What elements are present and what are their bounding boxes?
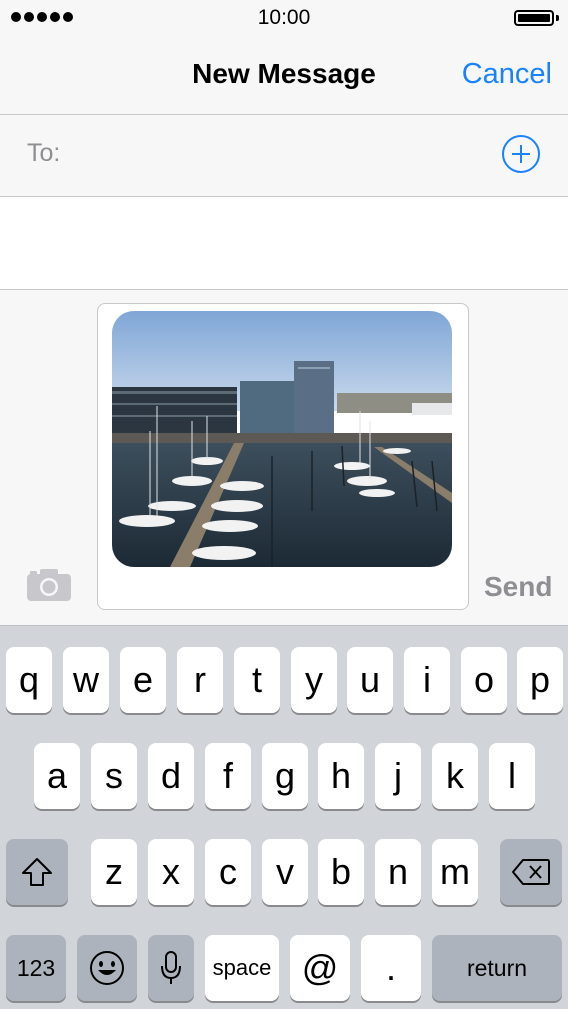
backspace-icon bbox=[512, 859, 550, 885]
key-b[interactable]: b bbox=[318, 839, 364, 905]
key-i[interactable]: i bbox=[404, 647, 450, 713]
shift-key[interactable] bbox=[6, 839, 68, 905]
key-y[interactable]: y bbox=[291, 647, 337, 713]
emoji-icon bbox=[90, 951, 124, 985]
key-v[interactable]: v bbox=[262, 839, 308, 905]
navigation-bar: New Message Cancel bbox=[0, 36, 568, 115]
key-n[interactable]: n bbox=[375, 839, 421, 905]
key-o[interactable]: o bbox=[461, 647, 507, 713]
key-j[interactable]: j bbox=[375, 743, 421, 809]
period-key[interactable]: . bbox=[361, 935, 421, 1001]
status-time: 10:00 bbox=[257, 6, 311, 29]
status-bar: 10:00 bbox=[0, 0, 568, 36]
harbor-photo bbox=[112, 311, 452, 567]
key-r[interactable]: r bbox=[177, 647, 223, 713]
return-key[interactable]: return bbox=[432, 935, 562, 1001]
key-c[interactable]: c bbox=[205, 839, 251, 905]
key-d[interactable]: d bbox=[148, 743, 194, 809]
recipient-field[interactable]: To: bbox=[0, 115, 568, 197]
microphone-icon bbox=[161, 951, 181, 984]
delete-key[interactable] bbox=[500, 839, 562, 905]
key-u[interactable]: u bbox=[347, 647, 393, 713]
key-t[interactable]: t bbox=[234, 647, 280, 713]
compose-bar: Send bbox=[0, 290, 568, 625]
key-s[interactable]: s bbox=[91, 743, 137, 809]
key-k[interactable]: k bbox=[432, 743, 478, 809]
key-w[interactable]: w bbox=[63, 647, 109, 713]
keyboard: q w e r t y u i o p a s d f g h j k l z … bbox=[0, 625, 568, 1009]
key-l[interactable]: l bbox=[489, 743, 535, 809]
shift-icon bbox=[22, 858, 52, 886]
at-key[interactable]: @ bbox=[290, 935, 350, 1001]
key-q[interactable]: q bbox=[6, 647, 52, 713]
message-thread-area bbox=[0, 197, 568, 290]
message-input[interactable] bbox=[97, 303, 469, 610]
space-key[interactable]: space bbox=[205, 935, 279, 1001]
cancel-button[interactable]: Cancel bbox=[462, 58, 552, 91]
dictation-key[interactable] bbox=[148, 935, 194, 1001]
emoji-key[interactable] bbox=[77, 935, 137, 1001]
camera-icon[interactable] bbox=[26, 568, 72, 602]
key-f[interactable]: f bbox=[205, 743, 251, 809]
send-button[interactable]: Send bbox=[484, 571, 552, 603]
key-e[interactable]: e bbox=[120, 647, 166, 713]
key-p[interactable]: p bbox=[517, 647, 563, 713]
add-contact-icon[interactable] bbox=[502, 135, 540, 173]
key-m[interactable]: m bbox=[432, 839, 478, 905]
key-g[interactable]: g bbox=[262, 743, 308, 809]
key-x[interactable]: x bbox=[148, 839, 194, 905]
battery-tip bbox=[556, 15, 559, 21]
key-h[interactable]: h bbox=[318, 743, 364, 809]
to-label: To: bbox=[27, 139, 61, 167]
battery-icon bbox=[514, 10, 554, 26]
numbers-key[interactable]: 123 bbox=[6, 935, 66, 1001]
attached-photo[interactable] bbox=[112, 311, 452, 567]
key-a[interactable]: a bbox=[34, 743, 80, 809]
key-z[interactable]: z bbox=[91, 839, 137, 905]
